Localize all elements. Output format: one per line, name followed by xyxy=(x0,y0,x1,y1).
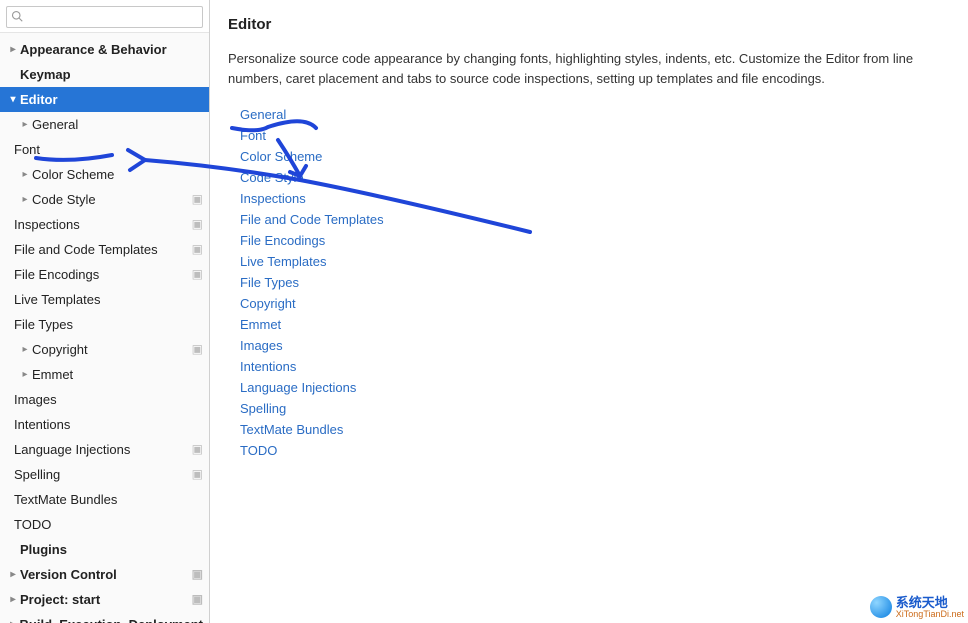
editor-link-live-templates[interactable]: Live Templates xyxy=(240,251,950,272)
tree-item-intentions[interactable]: ▸Intentions xyxy=(0,412,209,437)
tree-item-label: Emmet xyxy=(32,362,203,387)
tree-item-textmate-bundles[interactable]: ▸TextMate Bundles xyxy=(0,487,209,512)
tree-item-images[interactable]: ▸Images xyxy=(0,387,209,412)
editor-link-copyright[interactable]: Copyright xyxy=(240,293,950,314)
editor-link-code-style[interactable]: Code Style xyxy=(240,167,950,188)
chevron-right-icon: ▸ xyxy=(18,337,32,362)
tree-item-editor[interactable]: ▾Editor xyxy=(0,87,209,112)
tree-item-label: File Encodings xyxy=(0,262,188,287)
editor-link-intentions[interactable]: Intentions xyxy=(240,356,950,377)
project-level-icon: ▣ xyxy=(192,562,203,587)
chevron-right-icon: ▸ xyxy=(6,562,20,587)
tree-item-live-templates[interactable]: ▸Live Templates xyxy=(0,287,209,312)
tree-item-label: Live Templates xyxy=(0,287,203,312)
project-level-icon: ▣ xyxy=(192,462,203,487)
search-box[interactable] xyxy=(6,6,203,28)
editor-link-todo[interactable]: TODO xyxy=(240,440,950,461)
tree-item-appearance-behavior[interactable]: ▸Appearance & Behavior xyxy=(0,37,209,62)
editor-link-file-encodings[interactable]: File Encodings xyxy=(240,230,950,251)
editor-link-spelling[interactable]: Spelling xyxy=(240,398,950,419)
settings-main: Editor Personalize source code appearanc… xyxy=(210,0,968,623)
tree-item-label: Language Injections xyxy=(0,437,188,462)
tree-item-general[interactable]: ▸General xyxy=(0,112,209,137)
project-level-icon: ▣ xyxy=(192,212,203,237)
editor-link-file-and-code-templates[interactable]: File and Code Templates xyxy=(240,209,950,230)
tree-item-label: Inspections xyxy=(0,212,188,237)
project-level-icon: ▣ xyxy=(192,437,203,462)
tree-item-label: File and Code Templates xyxy=(0,237,188,262)
chevron-right-icon: ▸ xyxy=(18,112,32,137)
watermark-line2: XiTongTianDi.net xyxy=(896,610,964,619)
tree-item-copyright[interactable]: ▸Copyright▣ xyxy=(0,337,209,362)
tree-item-label: Copyright xyxy=(32,337,188,362)
project-level-icon: ▣ xyxy=(192,587,203,612)
tree-item-plugins[interactable]: ▸Plugins xyxy=(0,537,209,562)
project-level-icon: ▣ xyxy=(192,337,203,362)
tree-item-label: File Types xyxy=(0,312,203,337)
tree-item-label: Build, Execution, Deployment xyxy=(20,612,203,623)
tree-item-label: Color Scheme xyxy=(32,162,203,187)
tree-item-label: TODO xyxy=(0,512,203,537)
tree-item-file-encodings[interactable]: ▸File Encodings▣ xyxy=(0,262,209,287)
tree-item-label: Intentions xyxy=(0,412,203,437)
chevron-right-icon: ▸ xyxy=(18,362,32,387)
tree-item-label: Keymap xyxy=(20,62,203,87)
tree-item-project-start[interactable]: ▸Project: start▣ xyxy=(0,587,209,612)
settings-tree: ▸Appearance & Behavior▸Keymap▾Editor▸Gen… xyxy=(0,33,209,623)
editor-link-file-types[interactable]: File Types xyxy=(240,272,950,293)
editor-link-textmate-bundles[interactable]: TextMate Bundles xyxy=(240,419,950,440)
project-level-icon: ▣ xyxy=(192,237,203,262)
editor-link-language-injections[interactable]: Language Injections xyxy=(240,377,950,398)
chevron-down-icon: ▾ xyxy=(6,87,20,112)
tree-item-label: Version Control xyxy=(20,562,188,587)
tree-item-label: TextMate Bundles xyxy=(0,487,203,512)
tree-item-code-style[interactable]: ▸Code Style▣ xyxy=(0,187,209,212)
tree-item-language-injections[interactable]: ▸Language Injections▣ xyxy=(0,437,209,462)
tree-item-file-types[interactable]: ▸File Types xyxy=(0,312,209,337)
tree-item-keymap[interactable]: ▸Keymap xyxy=(0,62,209,87)
editor-link-inspections[interactable]: Inspections xyxy=(240,188,950,209)
chevron-right-icon: ▸ xyxy=(6,612,20,623)
tree-item-label: Editor xyxy=(20,87,203,112)
tree-item-color-scheme[interactable]: ▸Color Scheme xyxy=(0,162,209,187)
editor-sublinks: GeneralFontColor SchemeCode StyleInspect… xyxy=(240,104,950,461)
chevron-right-icon: ▸ xyxy=(18,187,32,212)
project-level-icon: ▣ xyxy=(192,262,203,287)
tree-item-label: Project: start xyxy=(20,587,188,612)
watermark: 系统天地 XiTongTianDi.net xyxy=(870,596,964,619)
tree-item-label: Font xyxy=(0,137,203,162)
tree-item-spelling[interactable]: ▸Spelling▣ xyxy=(0,462,209,487)
search-icon xyxy=(11,10,23,25)
tree-item-label: Spelling xyxy=(0,462,188,487)
tree-item-inspections[interactable]: ▸Inspections▣ xyxy=(0,212,209,237)
settings-sidebar: ▸Appearance & Behavior▸Keymap▾Editor▸Gen… xyxy=(0,0,210,623)
tree-item-label: Plugins xyxy=(20,537,203,562)
editor-link-general[interactable]: General xyxy=(240,104,950,125)
page-title: Editor xyxy=(228,16,950,33)
tree-item-label: General xyxy=(32,112,203,137)
globe-icon xyxy=(870,596,892,618)
tree-item-build-execution-deployment[interactable]: ▸Build, Execution, Deployment xyxy=(0,612,209,623)
editor-link-color-scheme[interactable]: Color Scheme xyxy=(240,146,950,167)
page-description: Personalize source code appearance by ch… xyxy=(228,49,950,88)
tree-item-label: Appearance & Behavior xyxy=(20,37,203,62)
tree-item-label: Code Style xyxy=(32,187,188,212)
watermark-line1: 系统天地 xyxy=(896,596,964,610)
tree-item-font[interactable]: ▸Font xyxy=(0,137,209,162)
tree-item-label: Images xyxy=(0,387,203,412)
tree-item-file-and-code-templates[interactable]: ▸File and Code Templates▣ xyxy=(0,237,209,262)
chevron-right-icon: ▸ xyxy=(18,162,32,187)
editor-link-font[interactable]: Font xyxy=(240,125,950,146)
search-input[interactable] xyxy=(25,9,198,25)
editor-link-emmet[interactable]: Emmet xyxy=(240,314,950,335)
editor-link-images[interactable]: Images xyxy=(240,335,950,356)
tree-item-version-control[interactable]: ▸Version Control▣ xyxy=(0,562,209,587)
tree-item-emmet[interactable]: ▸Emmet xyxy=(0,362,209,387)
project-level-icon: ▣ xyxy=(192,187,203,212)
chevron-right-icon: ▸ xyxy=(6,37,20,62)
chevron-right-icon: ▸ xyxy=(6,587,20,612)
search-wrap xyxy=(0,0,209,33)
tree-item-todo[interactable]: ▸TODO xyxy=(0,512,209,537)
